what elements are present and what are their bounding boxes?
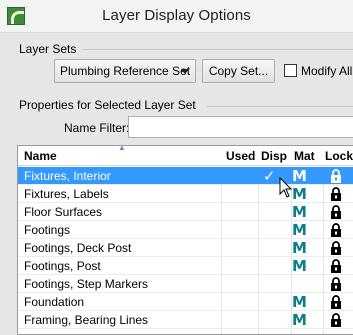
layer-set-dropdown-value: Plumbing Reference Set	[60, 64, 191, 78]
layer-name: Framing, Bearing Lines	[24, 313, 149, 327]
copy-set-button[interactable]: Copy Set...	[202, 59, 275, 83]
name-filter-label: Name Filter:	[64, 121, 130, 135]
display-check-icon[interactable]: ✓	[263, 167, 276, 185]
mouse-pointer-icon	[279, 177, 293, 198]
table-row[interactable]: Foundation M	[18, 293, 353, 311]
table-row[interactable]: Fixtures, Interior ✓ M	[18, 167, 353, 185]
material-icon[interactable]: M	[292, 258, 307, 274]
layer-name: Footings, Step Markers	[24, 277, 149, 291]
table-header: ▲ Name Used Disp Mat Lock	[18, 146, 353, 166]
column-header-mat[interactable]: Mat	[294, 149, 315, 163]
material-icon[interactable]: M	[292, 312, 307, 328]
title-bar: Layer Display Options	[0, 0, 353, 33]
properties-divider	[207, 106, 353, 107]
material-icon[interactable]: M	[292, 168, 307, 184]
column-header-lock[interactable]: Lock	[325, 149, 353, 163]
layer-name: Foundation	[24, 295, 85, 309]
lock-icon[interactable]	[330, 241, 342, 255]
modify-all-label: Modify All L	[301, 64, 353, 78]
lock-icon[interactable]	[330, 295, 342, 309]
lock-icon[interactable]	[330, 169, 342, 183]
lock-icon[interactable]	[330, 277, 342, 291]
table-row[interactable]: Footings, Deck Post M	[18, 239, 353, 257]
layer-set-dropdown[interactable]: Plumbing Reference Set	[54, 59, 196, 83]
material-icon[interactable]: M	[292, 222, 307, 238]
table-row[interactable]: Framing, Bearing Lines M	[18, 311, 353, 329]
material-icon[interactable]: M	[292, 240, 307, 256]
layer-name: Footings, Deck Post	[24, 241, 132, 255]
layer-name: Floor Surfaces	[24, 205, 103, 219]
column-header-used[interactable]: Used	[226, 149, 255, 163]
table-row[interactable]: Footings M	[18, 221, 353, 239]
name-filter-input[interactable]	[128, 116, 353, 138]
lock-icon[interactable]	[330, 187, 342, 201]
lock-icon[interactable]	[330, 259, 342, 273]
layer-name: Fixtures, Interior	[24, 169, 111, 183]
column-header-disp[interactable]: Disp	[261, 149, 287, 163]
layer-table: ▲ Name Used Disp Mat Lock Fixtures, Inte…	[17, 145, 353, 335]
chevron-down-icon	[181, 69, 189, 74]
layer-sets-label: Layer Sets	[19, 42, 77, 56]
table-row[interactable]: Footings, Step Markers	[18, 275, 353, 293]
window-title: Layer Display Options	[102, 7, 251, 24]
layer-name: Footings	[24, 223, 71, 237]
layer-name: Footings, Post	[24, 259, 101, 273]
properties-label: Properties for Selected Layer Set	[19, 98, 196, 112]
material-icon[interactable]: M	[292, 204, 307, 220]
sort-ascending-icon[interactable]: ▲	[118, 146, 126, 152]
column-header-name[interactable]: Name	[24, 149, 57, 163]
material-icon[interactable]: M	[292, 294, 307, 310]
modify-all-checkbox[interactable]	[284, 64, 297, 77]
material-icon[interactable]: M	[292, 186, 307, 202]
lock-icon[interactable]	[330, 223, 342, 237]
layer-sets-divider	[82, 49, 353, 50]
lock-icon[interactable]	[330, 313, 342, 327]
table-row[interactable]: Fixtures, Labels M	[18, 185, 353, 203]
layer-name: Fixtures, Labels	[24, 187, 109, 201]
lock-icon[interactable]	[330, 205, 342, 219]
table-row[interactable]: Floor Surfaces M	[18, 203, 353, 221]
table-row[interactable]: Footings, Post M	[18, 257, 353, 275]
